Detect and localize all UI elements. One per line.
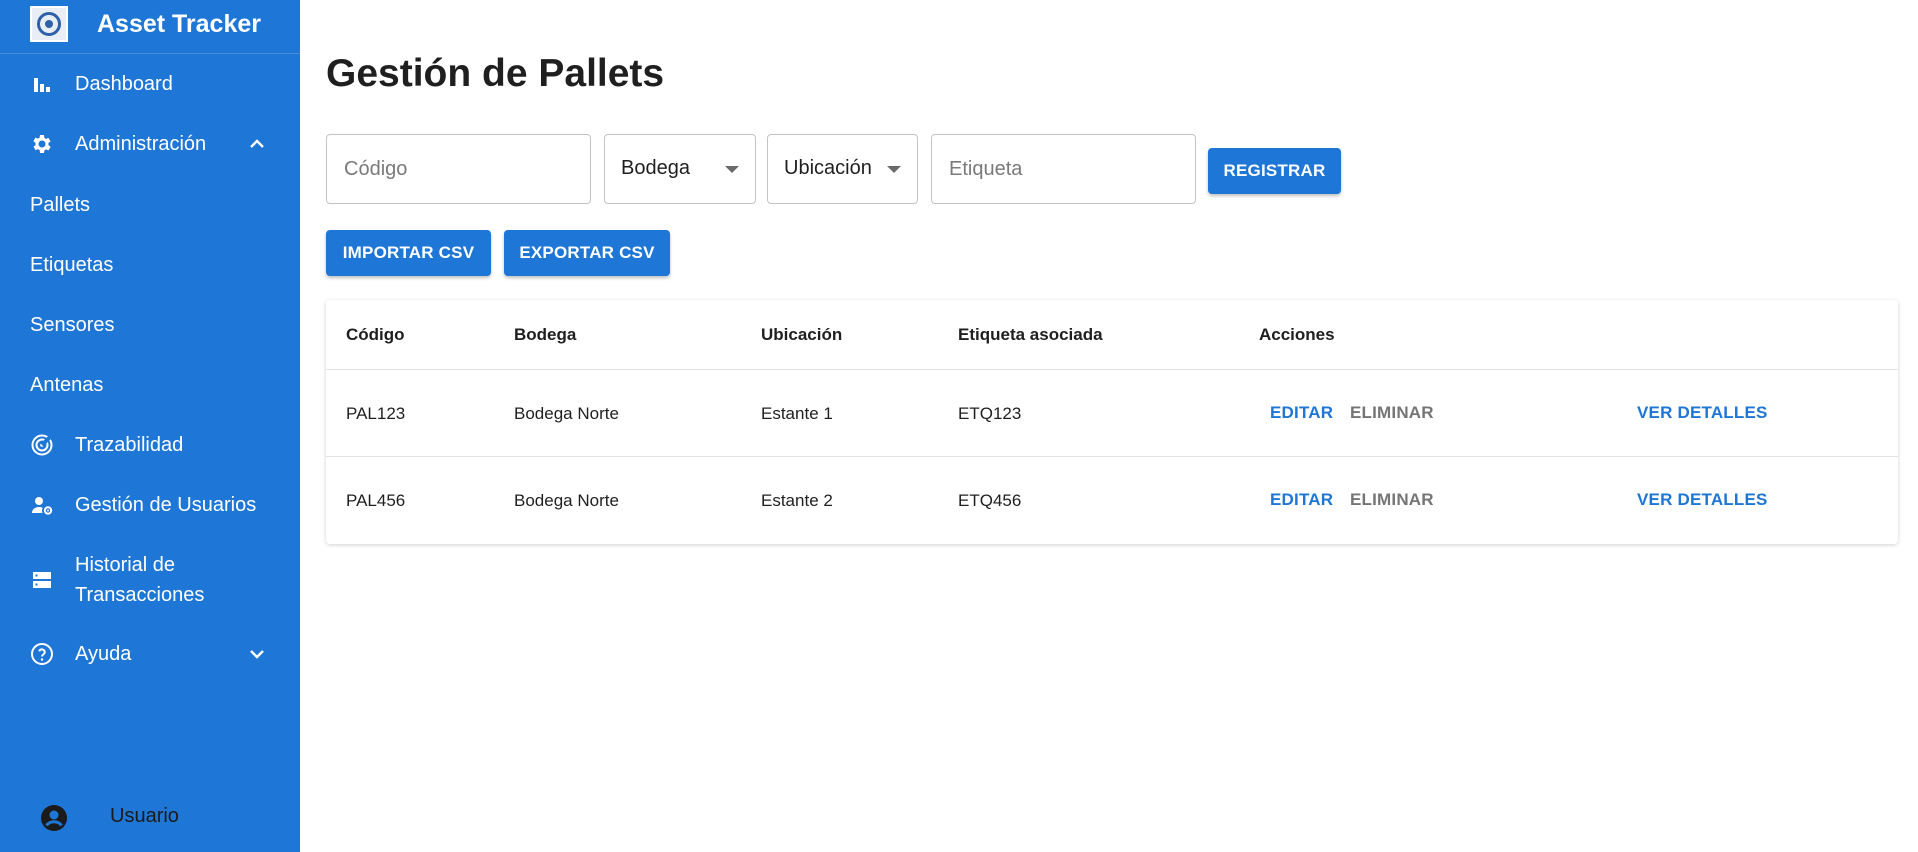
- cell-bodega: Bodega Norte: [514, 404, 619, 423]
- ubicacion-select[interactable]: Ubicación: [767, 134, 918, 204]
- cell-ubicacion: Estante 1: [761, 404, 833, 423]
- sidebar-item-label: Sensores: [30, 313, 115, 336]
- register-button[interactable]: REGISTRAR: [1208, 148, 1341, 194]
- sidebar-item-label: Administración: [75, 132, 207, 155]
- column-header-bodega[interactable]: Bodega: [514, 325, 576, 345]
- edit-button[interactable]: EDITAR: [1270, 403, 1333, 423]
- sidebar-item-dashboard[interactable]: Dashboard: [0, 57, 300, 111]
- delete-button[interactable]: ELIMINAR: [1350, 403, 1434, 423]
- cell-codigo: PAL456: [346, 491, 406, 510]
- cell-bodega: Bodega Norte: [514, 491, 619, 510]
- column-header-ubicacion[interactable]: Ubicación: [761, 325, 842, 345]
- ubicacion-select-value: Ubicación: [784, 157, 872, 179]
- sidebar-item-historial[interactable]: Historial de Transacciones: [0, 545, 300, 615]
- etiqueta-input[interactable]: [932, 135, 1195, 203]
- column-header-codigo[interactable]: Código: [346, 325, 405, 345]
- column-header-etiqueta[interactable]: Etiqueta asociada: [958, 325, 1103, 345]
- bodega-select-value: Bodega: [621, 157, 690, 179]
- sidebar-item-pallets[interactable]: Pallets: [0, 178, 300, 232]
- sidebar-item-etiquetas[interactable]: Etiquetas: [0, 238, 300, 292]
- page-title: Gestión de Pallets: [326, 52, 665, 95]
- sidebar-item-trazabilidad[interactable]: Trazabilidad: [0, 418, 300, 472]
- delete-button[interactable]: ELIMINAR: [1350, 490, 1434, 510]
- manage-accounts-icon: [30, 493, 54, 517]
- storage-icon: [30, 568, 54, 592]
- cell-etiqueta: ETQ456: [958, 491, 1022, 510]
- app-logo: [30, 6, 68, 42]
- sidebar-item-label: Etiquetas: [30, 253, 114, 276]
- dropdown-arrow-icon: [887, 166, 901, 173]
- sidebar-item-gestion-usuarios[interactable]: Gestión de Usuarios: [0, 478, 300, 532]
- sidebar-item-administracion[interactable]: Administración: [0, 117, 300, 171]
- table-row: PAL123 Bodega Norte Estante 1 ETQ123 EDI…: [326, 371, 1898, 457]
- cell-ubicacion: Estante 2: [761, 491, 833, 510]
- table-header: Código Bodega Ubicación Etiqueta asociad…: [326, 300, 1898, 370]
- user-menu[interactable]: Usuario: [0, 790, 300, 844]
- sidebar: Asset Tracker Dashboard Administración P…: [0, 0, 300, 852]
- radar-icon: [30, 433, 54, 457]
- cell-codigo: PAL123: [346, 404, 406, 423]
- pallets-table: Código Bodega Ubicación Etiqueta asociad…: [326, 300, 1898, 544]
- gear-icon: [30, 132, 54, 156]
- sidebar-item-label: Historial de Transacciones: [75, 554, 205, 606]
- view-details-button[interactable]: VER DETALLES: [1637, 403, 1768, 423]
- bar-chart-icon: [30, 72, 54, 96]
- sidebar-item-label: Gestión de Usuarios: [75, 493, 257, 516]
- etiqueta-field[interactable]: [931, 134, 1196, 204]
- cell-etiqueta: ETQ123: [958, 404, 1022, 423]
- export-csv-button[interactable]: EXPORTAR CSV: [504, 230, 670, 276]
- sidebar-item-sensores[interactable]: Sensores: [0, 298, 300, 352]
- import-csv-button[interactable]: IMPORTAR CSV: [326, 230, 491, 276]
- sidebar-item-label: Ayuda: [75, 642, 132, 665]
- codigo-input[interactable]: [327, 135, 590, 203]
- sidebar-header: Asset Tracker: [0, 0, 300, 54]
- help-icon: [30, 642, 54, 666]
- sidebar-item-antenas[interactable]: Antenas: [0, 358, 300, 412]
- edit-button[interactable]: EDITAR: [1270, 490, 1333, 510]
- codigo-field[interactable]: [326, 134, 591, 204]
- sidebar-item-ayuda[interactable]: Ayuda: [0, 627, 300, 681]
- bodega-select[interactable]: Bodega: [604, 134, 756, 204]
- sidebar-item-label: Pallets: [30, 193, 91, 216]
- app-title: Asset Tracker: [97, 10, 262, 38]
- column-header-acciones: Acciones: [1259, 325, 1335, 344]
- user-label: Usuario: [110, 805, 179, 827]
- table-row: PAL456 Bodega Norte Estante 2 ETQ456 EDI…: [326, 458, 1898, 544]
- view-details-button[interactable]: VER DETALLES: [1637, 490, 1768, 510]
- sidebar-item-label: Trazabilidad: [75, 433, 184, 456]
- account-circle-icon: [41, 805, 67, 831]
- chevron-down-icon[interactable]: [247, 644, 267, 664]
- chevron-up-icon[interactable]: [247, 134, 267, 154]
- dropdown-arrow-icon: [725, 166, 739, 173]
- sidebar-item-label: Dashboard: [75, 72, 173, 95]
- main-content: Gestión de Pallets Bodega Ubicación REGI…: [326, 0, 1906, 852]
- sidebar-item-label: Antenas: [30, 373, 104, 396]
